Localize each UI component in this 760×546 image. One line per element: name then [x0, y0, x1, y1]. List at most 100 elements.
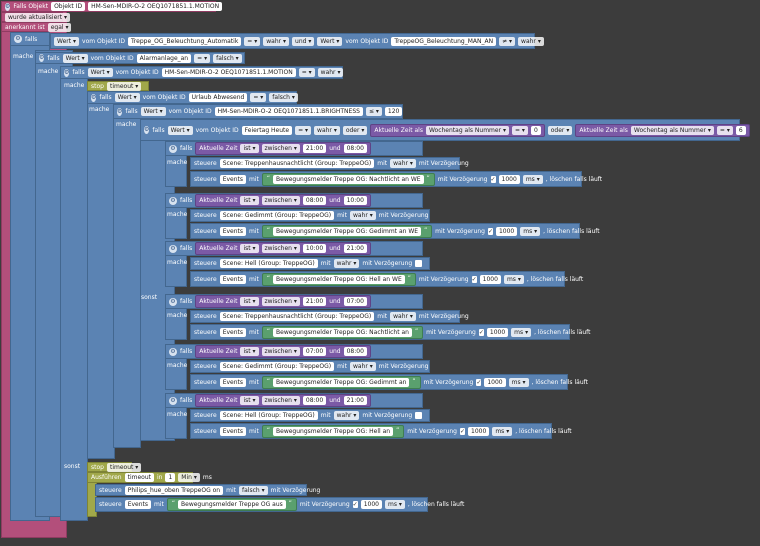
object-id-field[interactable]: Events	[219, 274, 247, 284]
scene-block[interactable]: steuere Scene: Treppenhausnachtlicht (Gr…	[190, 310, 469, 323]
steuere-block[interactable]: steuere Philips_hue_oben TreppeOG on mit…	[95, 484, 320, 496]
number-field[interactable]: 1000	[484, 377, 506, 387]
text-field[interactable]: Bewegungsmelder Treppe OG: Hell an WE	[273, 274, 405, 284]
unit-dropdown[interactable]: ms	[511, 327, 532, 337]
weekday-compare[interactable]: Aktuelle Zeit als Wochentag als Nummer =…	[575, 123, 750, 137]
gear-icon[interactable]: ⚙	[169, 244, 177, 253]
object-id-field[interactable]: Alarmanlage_an	[136, 53, 192, 63]
number-field[interactable]: 1000	[479, 274, 501, 284]
time-field[interactable]: 08:00	[343, 347, 367, 356]
ack-row[interactable]: anerkannt ist egal	[1, 22, 72, 32]
number-field[interactable]: 1000	[498, 174, 520, 184]
value-dropdown[interactable]: wahr	[390, 159, 416, 168]
checkbox[interactable]	[490, 175, 496, 183]
dropdown[interactable]: ist	[240, 297, 259, 306]
text-block[interactable]: “ Bewegungsmelder Treppe OG: Nachtlicht …	[261, 325, 424, 339]
object-id-field[interactable]: Events	[219, 426, 247, 436]
time-field[interactable]: 08:00	[302, 196, 327, 205]
text-field[interactable]: Bewegungsmelder Treppe OG: Nachtlicht an	[273, 327, 412, 337]
object-id-field[interactable]: Events	[219, 226, 247, 236]
object-id-field[interactable]: HM-Sen-MDIR-O-2 OEQ1071851.1.MOTION	[161, 68, 296, 77]
compare-dropdown[interactable]: zwischen	[261, 297, 300, 306]
scene-block[interactable]: steuere Scene: Gedimmt (Group: TreppeOG)…	[190, 360, 430, 373]
weekday-dropdown[interactable]: Wochentag als Nummer	[630, 125, 714, 135]
object-id-field[interactable]: Treppe_OG_Beleuchtung_Automatik	[128, 36, 242, 46]
events-block[interactable]: steuere Events mit “ Bewegungsmelder Tre…	[190, 374, 588, 390]
value-dropdown[interactable]: wahr	[390, 312, 416, 321]
time-compare[interactable]: Aktuelle Zeit ist zwischen 10:00 und 21:…	[195, 242, 371, 255]
object-id-field[interactable]: Scene: Hell (Group: TreppeOG)	[219, 411, 318, 420]
scene-block[interactable]: steuere Scene: Gedimmt (Group: TreppeOG)…	[190, 209, 430, 222]
object-id-field[interactable]: Events	[124, 500, 152, 509]
object-id-field[interactable]: Scene: Treppenhausnachtlicht (Group: Tre…	[219, 159, 375, 168]
scene-block[interactable]: steuere Scene: Treppenhausnachtlicht (Gr…	[190, 157, 469, 170]
time-condition-row[interactable]: ⚙ falls Aktuelle Zeit ist zwischen 07:00…	[165, 344, 423, 359]
unit-dropdown[interactable]: ms	[384, 500, 405, 509]
dropdown[interactable]: Wert	[114, 93, 140, 102]
operator-dropdown[interactable]: =	[511, 125, 528, 135]
dropdown[interactable]: Wert	[87, 68, 113, 77]
object-id-field[interactable]: Philips_hue_oben TreppeOG on	[124, 485, 224, 495]
events-block[interactable]: steuere Events mit “ Bewegungsmelder Tre…	[190, 271, 583, 287]
gear-icon[interactable]: ⚙	[169, 297, 177, 306]
time-compare[interactable]: Aktuelle Zeit ist zwischen 08:00 und 10:…	[195, 194, 371, 207]
ack-dropdown[interactable]: egal	[47, 22, 72, 32]
time-compare[interactable]: Aktuelle Zeit ist zwischen 21:00 und 08:…	[195, 142, 371, 155]
value-dropdown[interactable]: wahr	[349, 211, 376, 220]
gear-icon[interactable]: ⚙	[5, 2, 11, 11]
value-dropdown[interactable]: wahr	[314, 125, 340, 135]
time-condition-row[interactable]: ⚙ falls Aktuelle Zeit ist zwischen 10:00…	[165, 241, 423, 256]
trigger-mode[interactable]: wurde aktualisiert	[1, 12, 71, 22]
weekday-dropdown[interactable]: Wochentag als Nummer	[425, 125, 509, 135]
if-block-3[interactable]	[60, 66, 88, 521]
object-id-field[interactable]: Scene: Gedimmt (Group: TreppeOG)	[219, 362, 335, 371]
checkbox[interactable]	[476, 378, 482, 386]
time-field[interactable]: 21:00	[343, 396, 367, 405]
operator-dropdown[interactable]: =	[194, 53, 211, 63]
checkbox[interactable]	[460, 427, 466, 435]
gear-icon[interactable]: ⚙	[169, 396, 177, 405]
text-field[interactable]: Bewegungsmelder Treppe OG: Gedimmt an	[273, 377, 410, 387]
gear-icon[interactable]: ⚙	[14, 35, 22, 43]
value-dropdown[interactable]: falsch	[213, 53, 242, 63]
unit-dropdown[interactable]: ms	[508, 377, 529, 387]
text-field[interactable]: Bewegungsmelder Treppe OG aus	[178, 500, 286, 509]
scene-block[interactable]: steuere Scene: Hell (Group: TreppeOG) mi…	[190, 257, 430, 270]
value-dropdown[interactable]: wahr	[349, 362, 376, 371]
time-field[interactable]: 21:00	[302, 144, 327, 153]
unit-dropdown[interactable]: Min	[178, 473, 200, 482]
checkbox[interactable]	[415, 412, 423, 419]
value-dropdown[interactable]: wahr	[333, 259, 360, 268]
number-field[interactable]: 1000	[486, 327, 509, 337]
value-dropdown[interactable]: wahr	[518, 36, 544, 46]
condition-row-3[interactable]: ⚙ falls Wert vom Objekt ID HM-Sen-MDIR-O…	[60, 66, 344, 79]
compare-dropdown[interactable]: zwischen	[261, 144, 300, 153]
operator-dropdown[interactable]: =	[295, 125, 312, 135]
unit-dropdown[interactable]: ms	[492, 426, 513, 436]
object-id-field[interactable]: TreppeOG_Beleuchtung_MAN_AN	[391, 36, 497, 46]
object-id-field[interactable]: Scene: Treppenhausnachtlicht (Group: Tre…	[219, 312, 375, 321]
object-id-field[interactable]: Feiertag Heute	[241, 125, 293, 135]
gear-icon[interactable]: ⚙	[169, 144, 177, 153]
weekday-compare[interactable]: Aktuelle Zeit als Wochentag als Nummer =…	[370, 123, 545, 137]
timeout-dropdown[interactable]: timeout	[106, 462, 142, 472]
gear-icon[interactable]: ⚙	[39, 54, 45, 62]
stop-timeout-block[interactable]: stop timeout	[87, 462, 142, 472]
time-field[interactable]: 07:00	[302, 347, 327, 356]
text-block[interactable]: “ Bewegungsmelder Treppe OG: Gedimmt an …	[261, 375, 421, 389]
dropdown[interactable]: Wert	[54, 36, 80, 46]
operator-dropdown[interactable]: ≠	[499, 36, 516, 46]
compare-dropdown[interactable]: zwischen	[261, 244, 300, 253]
timeout-header[interactable]: Ausführen timeout in 1 Min ms	[87, 472, 212, 483]
time-field[interactable]: 07:00	[343, 297, 367, 306]
time-field[interactable]: 21:00	[343, 244, 367, 253]
number-field[interactable]: 0	[530, 125, 541, 135]
events-block[interactable]: steuere Events mit “ Bewegungsmelder Tre…	[190, 171, 602, 187]
object-id-field[interactable]: Urlaub Abwesend	[188, 93, 248, 102]
condition-row-6[interactable]: ⚙ falls Wert vom Objekt ID Feiertag Heut…	[140, 119, 750, 141]
dropdown[interactable]: ist	[240, 244, 259, 253]
text-field[interactable]: Bewegungsmelder Treppe OG: Hell an	[273, 426, 394, 436]
timeout-dropdown[interactable]: timeout	[106, 81, 142, 91]
dropdown[interactable]: Wert	[167, 125, 193, 135]
text-block[interactable]: “ Bewegungsmelder Treppe OG: Hell an ”	[261, 424, 405, 438]
